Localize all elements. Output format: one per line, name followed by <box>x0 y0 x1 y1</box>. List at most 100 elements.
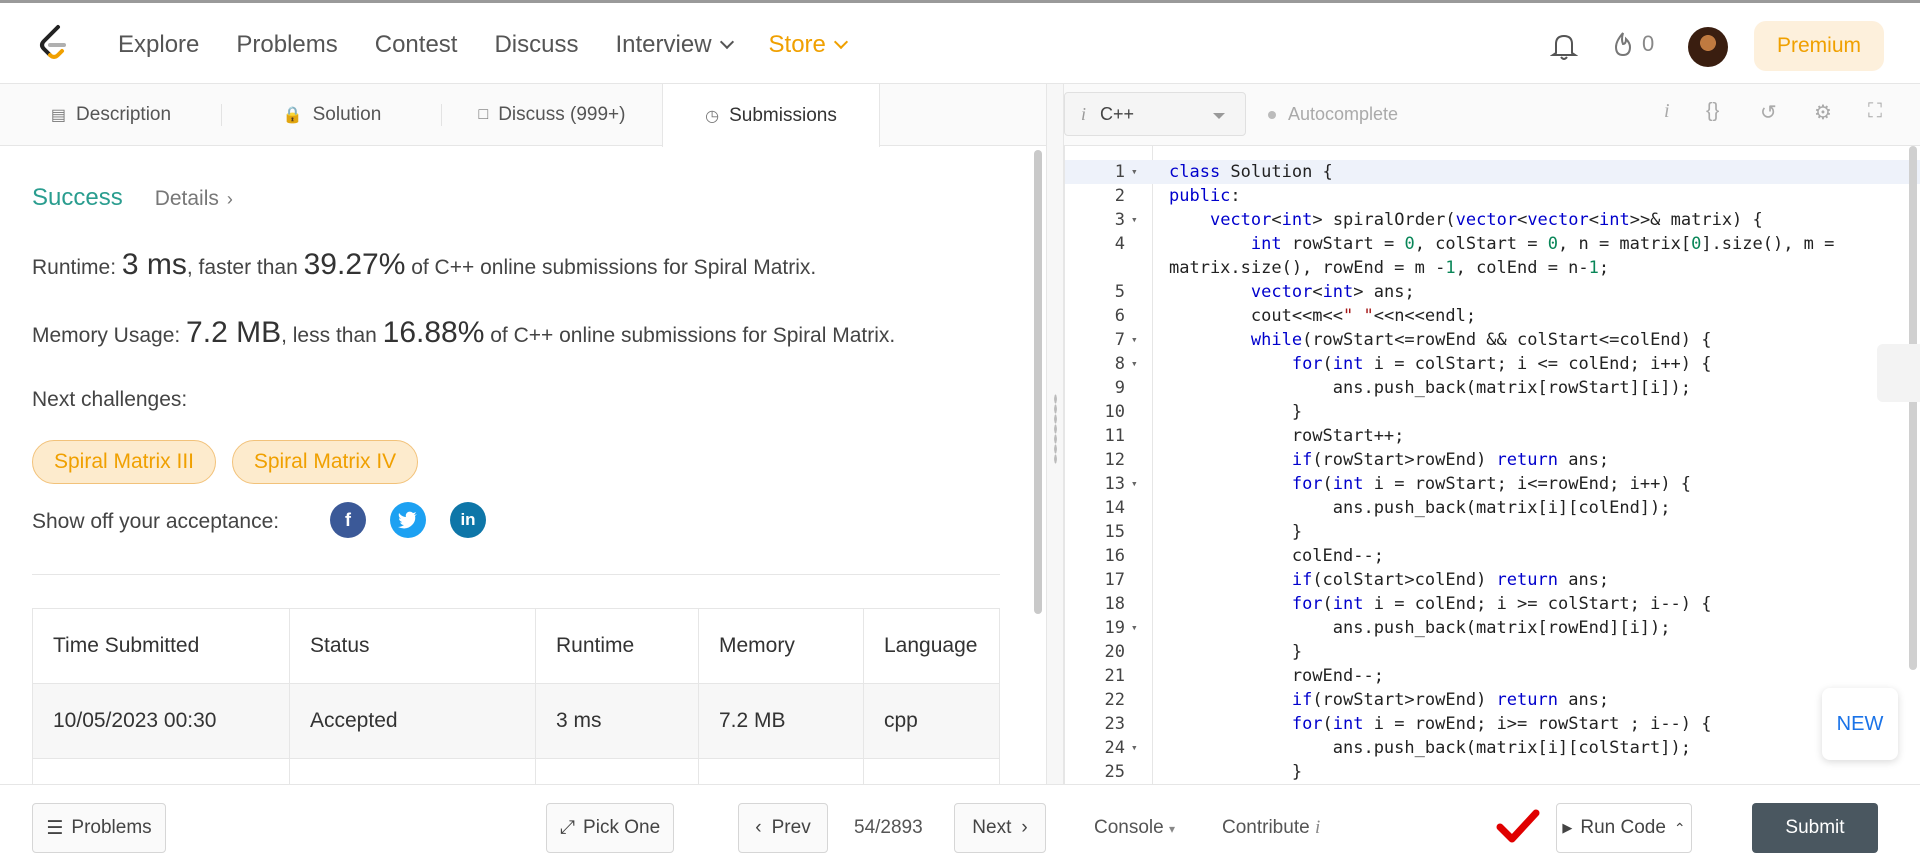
bell-icon[interactable] <box>1550 31 1578 61</box>
code-line[interactable]: 7 ▾ while(rowStart<=rowEnd && colStart<=c… <box>1065 328 1920 352</box>
status-cell[interactable]: Accepted <box>289 683 536 759</box>
facebook-icon[interactable]: f <box>330 502 366 538</box>
pick-one-button[interactable]: ⤢ Pick One <box>546 803 674 853</box>
autocomplete-toggle[interactable]: Autocomplete <box>1268 104 1398 125</box>
leetcode-logo[interactable] <box>36 23 72 63</box>
code-line[interactable]: 17 if(colStart>colEnd) return ans; <box>1065 568 1920 592</box>
new-badge[interactable]: NEW <box>1822 688 1898 760</box>
code-text: class Solution { <box>1169 162 1333 182</box>
code-text: vector<int> spiralOrder(vector<vector<in… <box>1209 210 1763 230</box>
avatar[interactable] <box>1688 27 1728 67</box>
line-number: 19 <box>1104 618 1125 638</box>
submit-button[interactable]: Submit <box>1752 803 1878 853</box>
braces-icon[interactable]: {} <box>1706 100 1719 123</box>
problem-counter: 54/2893 <box>854 817 923 838</box>
code-line[interactable]: 19 ▾ ans.push_back(matrix[rowEnd][i]); <box>1065 616 1920 640</box>
code-line[interactable]: 15 } <box>1065 520 1920 544</box>
challenge-chip[interactable]: Spiral Matrix IV <box>232 440 418 484</box>
table-row[interactable]: 10/05/2023 00:30 Accepted 3 ms 7.2 MB cp… <box>32 683 1000 759</box>
line-number: 11 <box>1104 426 1125 446</box>
fold-arrow-icon[interactable]: ▾ <box>1131 616 1138 640</box>
code-line[interactable]: 16 colEnd--; <box>1065 544 1920 568</box>
language-select[interactable]: i C++ <box>1064 92 1246 136</box>
tab-solution[interactable]: 🔒 Solution <box>222 84 442 146</box>
chevron-up-icon: ⌃ <box>1673 819 1686 836</box>
next-button[interactable]: Next › <box>954 803 1046 853</box>
tab-description[interactable]: ▤ Description <box>0 84 222 146</box>
nav-explore[interactable]: Explore <box>118 31 199 59</box>
code-line[interactable]: 12 if(rowStart>rowEnd) return ans; <box>1065 448 1920 472</box>
settings-icon[interactable]: ⚙ <box>1814 100 1832 125</box>
code-line[interactable]: 1 ▾ class Solution { <box>1065 160 1920 184</box>
next-label: Next <box>972 817 1012 838</box>
nav-contest[interactable]: Contest <box>375 31 458 59</box>
code-line[interactable]: 2 public: <box>1065 184 1920 208</box>
linkedin-icon[interactable]: in <box>450 502 486 538</box>
nav-store[interactable]: Store <box>769 31 848 59</box>
code-line[interactable]: matrix.size(), rowEnd = m -1, colEnd = n… <box>1065 256 1920 280</box>
code-text: for(int i = rowEnd; i>= rowStart ; i--) … <box>1291 714 1712 734</box>
nav-interview[interactable]: Interview <box>615 31 734 59</box>
pane-splitter[interactable] <box>1046 84 1064 784</box>
editor-scrollbar[interactable] <box>1909 146 1917 670</box>
code-line[interactable]: 6 cout<<m<<" "<<n<<endl; <box>1065 304 1920 328</box>
fold-arrow-icon[interactable]: ▾ <box>1131 208 1138 232</box>
code-line[interactable]: 25 } <box>1065 760 1920 784</box>
toggle-dot-icon <box>1268 110 1276 119</box>
fold-arrow-icon[interactable]: ▾ <box>1131 160 1138 184</box>
details-link[interactable]: Details › <box>155 187 233 211</box>
tab-discuss-label: Discuss (999+) <box>498 104 626 125</box>
code-line[interactable]: 20 } <box>1065 640 1920 664</box>
code-line[interactable]: 22 if(rowStart>rowEnd) return ans; <box>1065 688 1920 712</box>
code-line[interactable]: 14 ans.push_back(matrix[i][colEnd]); <box>1065 496 1920 520</box>
tab-discuss[interactable]: □ Discuss (999+) <box>442 84 662 146</box>
code-line[interactable]: 18 for(int i = colEnd; i >= colStart; i-… <box>1065 592 1920 616</box>
fold-arrow-icon[interactable]: ▾ <box>1131 472 1138 496</box>
problems-list-button[interactable]: ☰ Problems <box>32 803 166 853</box>
line-number: 13 <box>1104 474 1125 494</box>
nav-problems[interactable]: Problems <box>236 31 337 59</box>
nav-discuss[interactable]: Discuss <box>494 31 578 59</box>
code-text: ans.push_back(matrix[i][colStart]); <box>1169 738 1691 758</box>
fullscreen-icon[interactable]: ⛶ <box>1868 100 1882 123</box>
share-label: Show off your acceptance: <box>32 510 280 533</box>
code-line[interactable]: 4 int rowStart = 0, colStart = 0, n = ma… <box>1065 232 1920 256</box>
console-toggle[interactable]: Console ▾ <box>1094 817 1175 839</box>
code-line[interactable]: 23 for(int i = rowEnd; i>= rowStart ; i-… <box>1065 712 1920 736</box>
tab-description-label: Description <box>76 104 172 125</box>
line-number: 5 <box>1114 282 1125 302</box>
fold-arrow-icon[interactable]: ▾ <box>1131 352 1138 376</box>
caret-down-icon <box>1213 113 1225 119</box>
code-line[interactable]: 8 ▾ for(int i = colStart; i <= colEnd; i+… <box>1065 352 1920 376</box>
side-panel-tab[interactable] <box>1877 344 1920 402</box>
code-line[interactable]: 11 rowStart++; <box>1065 424 1920 448</box>
run-code-button[interactable]: ▶ Run Code ⌃ <box>1556 803 1692 853</box>
tab-submissions[interactable]: ◷ Submissions <box>662 84 880 147</box>
code-lines[interactable]: 1 ▾ class Solution {2 public: 3 ▾ vector<int>… <box>1065 160 1920 784</box>
caret-down-icon: ▾ <box>1169 822 1176 836</box>
code-line[interactable]: 9 ans.push_back(matrix[rowStart][i]); <box>1065 376 1920 400</box>
language-value: C++ <box>1100 103 1135 124</box>
code-line[interactable]: 3 ▾ vector<int> spiralOrder(vector<vector… <box>1065 208 1920 232</box>
twitter-icon[interactable] <box>390 502 426 538</box>
code-line[interactable]: 10 } <box>1065 400 1920 424</box>
main-nav: Explore Problems Contest Discuss Intervi… <box>118 3 883 87</box>
challenge-chip[interactable]: Spiral Matrix III <box>32 440 216 484</box>
contribute-link[interactable]: Contribute i <box>1222 817 1320 839</box>
code-line[interactable]: 24 ▾ ans.push_back(matrix[i][colStart]); <box>1065 736 1920 760</box>
code-editor[interactable]: 1 ▾ class Solution {2 public: 3 ▾ vector<int>… <box>1064 146 1920 784</box>
code-text: vector<int> ans; <box>1250 282 1415 302</box>
left-scrollbar[interactable] <box>1034 150 1042 614</box>
code-line[interactable]: 21 rowEnd--; <box>1065 664 1920 688</box>
fold-arrow-icon[interactable]: ▾ <box>1131 736 1138 760</box>
info-icon[interactable]: i <box>1664 100 1670 123</box>
prev-button[interactable]: ‹ Prev <box>738 803 828 853</box>
streak-counter[interactable]: 0 <box>1612 31 1654 57</box>
premium-button[interactable]: Premium <box>1754 21 1884 71</box>
code-line[interactable]: 5 vector<int> ans; <box>1065 280 1920 304</box>
autocomplete-label: Autocomplete <box>1288 104 1399 124</box>
code-line[interactable]: 13 ▾ for(int i = rowStart; i<=rowEnd; i++… <box>1065 472 1920 496</box>
reset-icon[interactable]: ↺ <box>1760 100 1777 125</box>
fold-arrow-icon[interactable]: ▾ <box>1131 328 1138 352</box>
line-number: 12 <box>1104 450 1125 470</box>
